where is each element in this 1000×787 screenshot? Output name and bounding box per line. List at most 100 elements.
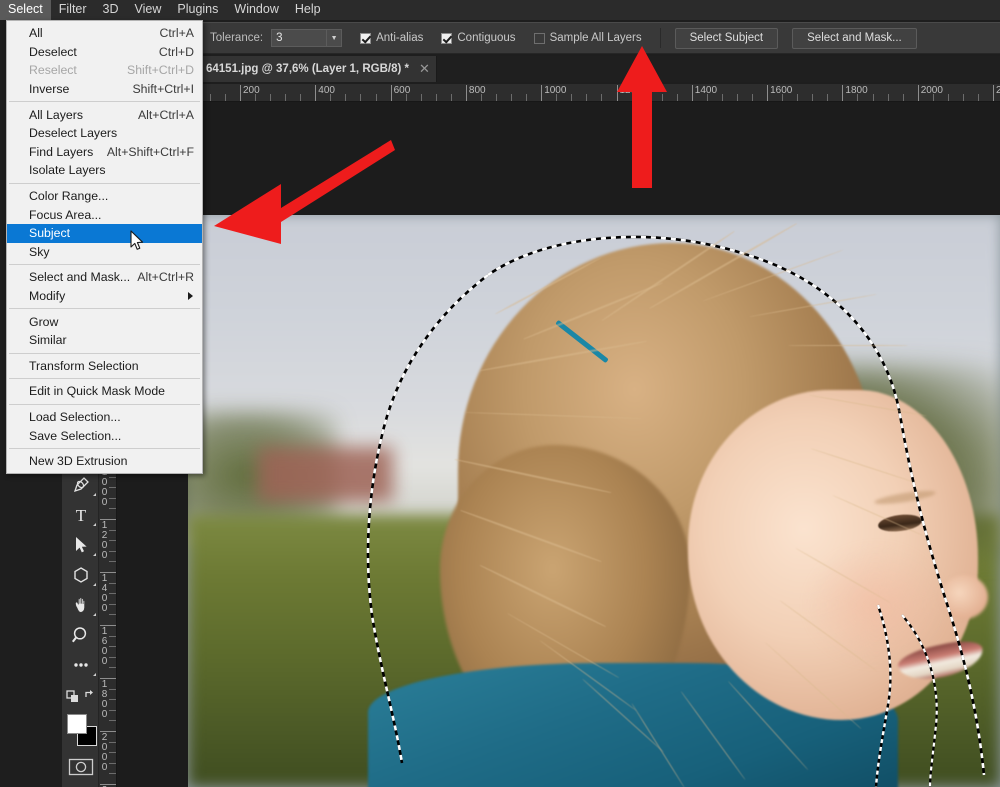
canvas-area[interactable]: [117, 102, 1000, 787]
document-tab[interactable]: 64151.jpg @ 37,6% (Layer 1, RGB/8) * ✕: [196, 56, 437, 82]
close-icon[interactable]: ✕: [419, 62, 430, 75]
menu-item-label: Find Layers: [29, 144, 94, 159]
menu-item-sky[interactable]: Sky: [7, 243, 202, 262]
menu-separator: [9, 101, 200, 103]
menu-item-select-and-mask[interactable]: Select and Mask... Alt+Ctrl+R: [7, 268, 202, 287]
menubar-item-filter[interactable]: Filter: [51, 0, 95, 20]
menu-item-focus-area[interactable]: Focus Area...: [7, 205, 202, 224]
menu-item-similar[interactable]: Similar: [7, 331, 202, 350]
menu-item-color-range[interactable]: Color Range...: [7, 187, 202, 206]
sample-all-layers-checkbox[interactable]: Sample All Layers: [533, 32, 642, 44]
ruler-tick-minor: [209, 94, 211, 101]
shape-tool[interactable]: [62, 560, 99, 590]
select-subject-button[interactable]: Select Subject: [674, 27, 779, 49]
document-photo[interactable]: [188, 215, 1000, 787]
menu-separator: [9, 447, 200, 449]
ruler-tick-minor: [109, 720, 116, 722]
checkbox-icon[interactable]: [533, 32, 545, 44]
ruler-tick-minor: [736, 94, 738, 101]
menu-item-label: Sky: [29, 244, 50, 259]
menu-item-load-selection[interactable]: Load Selection...: [7, 408, 202, 427]
menu-item-grow[interactable]: Grow: [7, 312, 202, 331]
ruler-tick-minor: [902, 94, 904, 101]
path-selection-tool[interactable]: [62, 530, 99, 560]
menubar-item-view[interactable]: View: [127, 0, 170, 20]
ruler-tick-minor: [300, 94, 302, 101]
ruler-tick-minor: [109, 550, 116, 552]
ruler-tick-minor: [450, 94, 452, 101]
type-tool[interactable]: T: [62, 500, 99, 530]
ruler-tick-minor: [601, 94, 603, 101]
checkbox-icon[interactable]: [441, 32, 453, 44]
screen-mode-toggle[interactable]: [62, 782, 99, 787]
tools-panel[interactable]: T: [62, 470, 99, 787]
menu-item-subject[interactable]: Subject: [7, 223, 202, 243]
menu-item-new-3d-extrusion[interactable]: New 3D Extrusion: [7, 452, 202, 471]
menu-item-inverse[interactable]: Inverse Shift+Ctrl+I: [7, 80, 202, 99]
select-dropdown-menu[interactable]: All Ctrl+A Deselect Ctrl+D Reselect Shift+Ctr…: [6, 20, 203, 475]
menu-item-label: Modify: [29, 289, 66, 304]
menu-item-label: Grow: [29, 314, 59, 329]
zoom-tool[interactable]: [62, 620, 99, 650]
checkbox-icon[interactable]: [360, 32, 372, 44]
ruler-tick-minor: [255, 94, 257, 101]
menubar-item-window[interactable]: Window: [226, 0, 286, 20]
menu-item-label: All: [29, 26, 43, 41]
color-swatches[interactable]: [62, 710, 99, 752]
submenu-arrow-icon: [188, 292, 193, 301]
select-and-mask-button[interactable]: Select and Mask...: [792, 27, 917, 49]
ruler-label: 1000: [544, 85, 567, 96]
menu-item-all[interactable]: All Ctrl+A: [7, 24, 202, 43]
ruler-label: 2000: [920, 85, 943, 96]
tool-submenu-indicator-icon: [93, 673, 96, 676]
ruler-tick-minor: [109, 656, 116, 658]
menu-item-deselect-layers[interactable]: Deselect Layers: [7, 124, 202, 143]
menu-item-transform-selection[interactable]: Transform Selection: [7, 357, 202, 376]
ruler-tick-minor: [330, 94, 332, 101]
ruler-tick-minor: [887, 94, 889, 101]
ruler-label: 1200: [101, 520, 108, 561]
photoshop-window: T 200 400 600 800 1000 1200 1400 1600 18…: [0, 0, 1000, 787]
ruler-tick-minor: [752, 94, 754, 101]
tolerance-input[interactable]: 3: [271, 29, 328, 47]
menu-item-all-layers[interactable]: All Layers Alt+Ctrl+A: [7, 105, 202, 124]
ruler-tick-minor: [556, 94, 558, 101]
ruler-tick-minor: [109, 540, 116, 542]
menubar-item-select[interactable]: Select: [0, 0, 51, 20]
menubar-item-help[interactable]: Help: [287, 0, 329, 20]
ruler-tick-minor: [872, 94, 874, 101]
anti-alias-checkbox[interactable]: Anti-alias: [360, 32, 423, 44]
menu-item-find-layers[interactable]: Find Layers Alt+Shift+Ctrl+F: [7, 143, 202, 162]
menubar-item-3d[interactable]: 3D: [95, 0, 127, 20]
menu-item-edit-in-quick-mask-mode[interactable]: Edit in Quick Mask Mode: [7, 382, 202, 401]
quick-mask-toggle[interactable]: [62, 752, 99, 782]
ruler-label: 1200: [619, 85, 642, 96]
default-and-swap-colors[interactable]: [62, 680, 99, 710]
contiguous-checkbox[interactable]: Contiguous: [441, 32, 516, 44]
menu-item-shortcut: Shift+Ctrl+I: [132, 82, 194, 97]
menu-item-modify[interactable]: Modify: [7, 287, 202, 306]
ruler-tick-minor: [109, 614, 116, 616]
menu-item-isolate-layers[interactable]: Isolate Layers: [7, 161, 202, 180]
menu-item-save-selection[interactable]: Save Selection...: [7, 426, 202, 445]
pen-tool[interactable]: [62, 470, 99, 500]
foreground-color-swatch[interactable]: [67, 714, 87, 734]
ruler-tick-minor: [270, 94, 272, 101]
ruler-tick-minor: [812, 94, 814, 101]
menu-item-shortcut: Shift+Ctrl+D: [127, 63, 194, 78]
ruler-tick-minor: [109, 773, 116, 775]
menu-item-label: Select and Mask...: [29, 270, 131, 285]
vertical-ruler: 10001200140016001800200022: [99, 470, 117, 787]
menu-item-deselect[interactable]: Deselect Ctrl+D: [7, 43, 202, 62]
edit-toolbar-button[interactable]: [62, 650, 99, 680]
tool-submenu-indicator-icon: [93, 553, 96, 556]
chevron-down-icon[interactable]: ▼: [327, 29, 343, 47]
ruler-tick-minor: [721, 94, 723, 101]
menu-item-shortcut: Alt+Ctrl+A: [137, 107, 194, 122]
hand-tool[interactable]: [62, 590, 99, 620]
ruler-tick-minor: [526, 94, 528, 101]
menubar-item-plugins[interactable]: Plugins: [169, 0, 226, 20]
menu-item-label: Edit in Quick Mask Mode: [29, 384, 165, 399]
menu-bar[interactable]: Select Filter 3D View Plugins Window Hel…: [0, 0, 1000, 20]
menu-item-label: Inverse: [29, 82, 70, 97]
